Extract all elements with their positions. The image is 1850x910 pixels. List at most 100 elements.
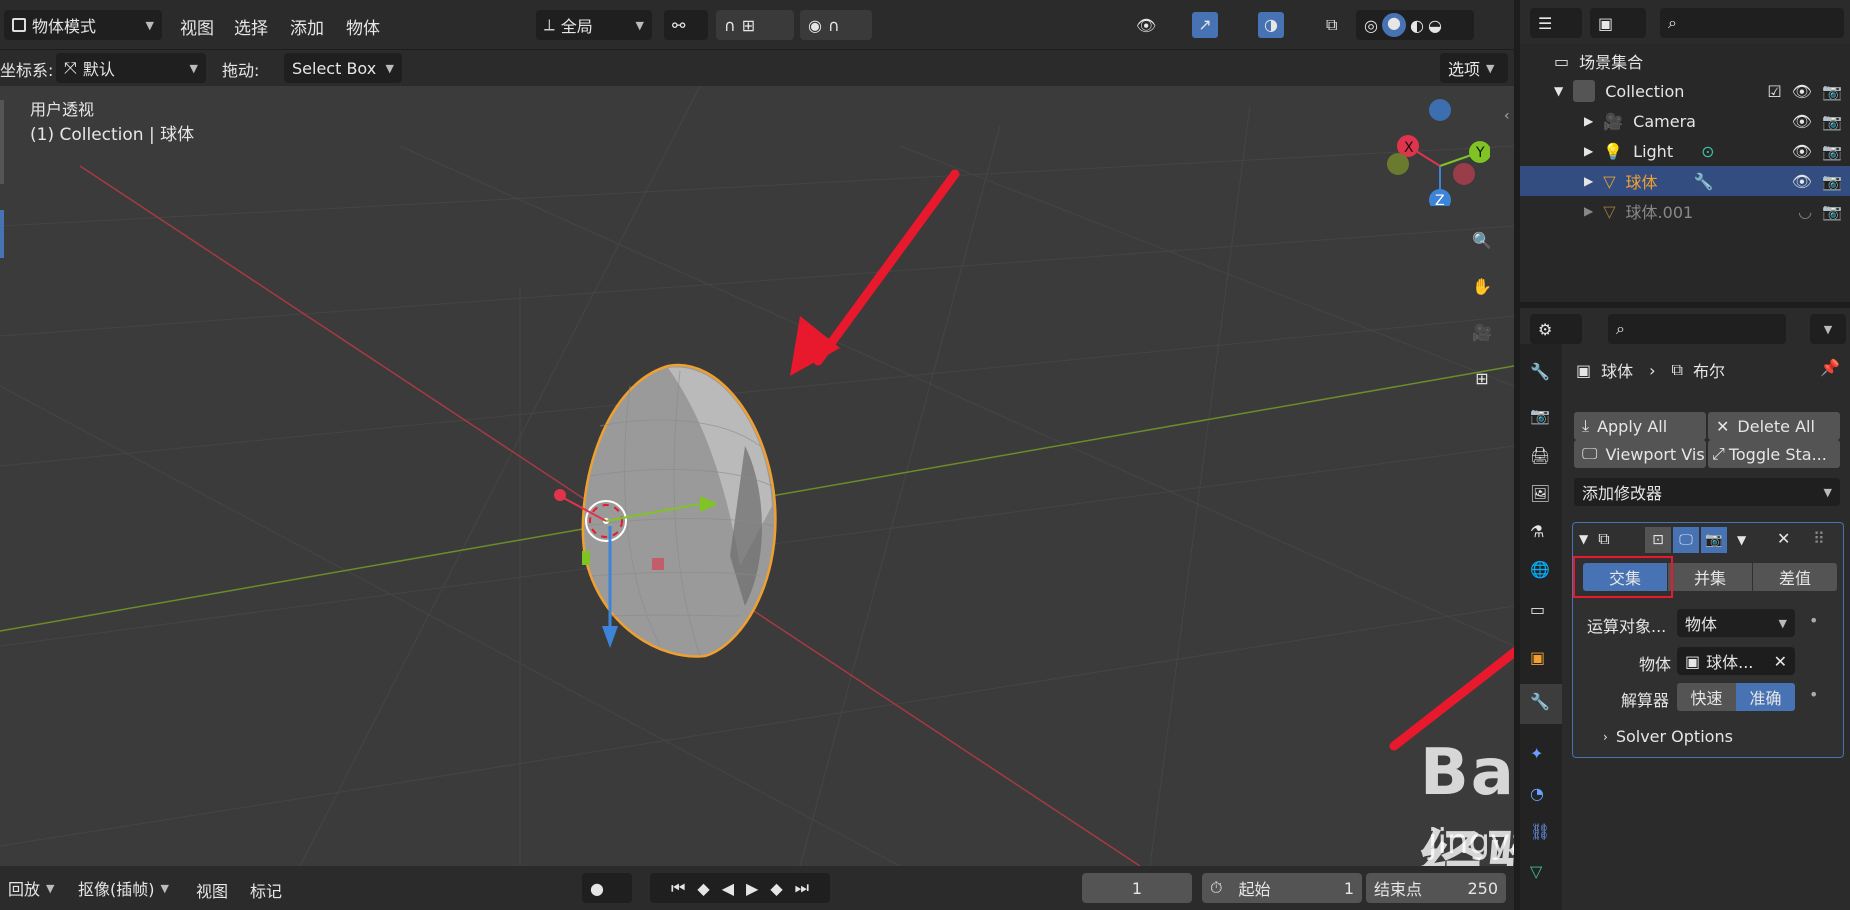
object-field[interactable]: ▣ 球体... ✕ xyxy=(1677,647,1795,675)
eye-icon[interactable]: 👁 xyxy=(1792,82,1812,101)
expand-right-icon[interactable]: ▶ xyxy=(1584,174,1593,188)
shading-selector[interactable]: ◎ ● ◐ ◒ xyxy=(1356,10,1474,40)
keying-menu[interactable]: 抠像(插帧) ▼ xyxy=(70,873,180,903)
menu-object[interactable]: 物体 xyxy=(346,14,380,39)
perspective-grid-icon[interactable]: ⊞ xyxy=(1462,358,1502,398)
outliner-row-sphere-001[interactable]: ▶ ▽ 球体.001 ◡ 📷 xyxy=(1520,196,1850,226)
collapse-chevron-icon[interactable]: ▼ xyxy=(1579,532,1588,546)
3d-viewport[interactable]: 用户透视 (1) Collection | 球体 ‹ X Y Z 🔍 ✋ 🎥 ⊞… xyxy=(0,86,1514,866)
toolbar-edge[interactable] xyxy=(0,100,4,184)
menu-view[interactable]: 视图 xyxy=(180,14,214,39)
drag-handle-icon[interactable]: ⠿ xyxy=(1813,529,1825,548)
overlay-toggle[interactable]: ◑ xyxy=(1250,10,1310,40)
add-modifier-dropdown[interactable]: 添加修改器 ▼ xyxy=(1574,478,1840,506)
toolbar-active-edge[interactable] xyxy=(0,210,4,258)
menu-add[interactable]: 添加 xyxy=(290,14,324,39)
solver-exact[interactable]: 准确 xyxy=(1736,683,1795,711)
playback-menu[interactable]: 回放 ▼ xyxy=(0,873,66,903)
modifier-tab[interactable]: 🔧 xyxy=(1520,684,1562,724)
object-tab-icon[interactable]: ▣ xyxy=(1530,648,1545,667)
properties-options[interactable]: ▼ xyxy=(1810,314,1846,344)
end-frame-field[interactable]: 结束点 250 xyxy=(1366,873,1506,903)
properties-search[interactable]: ⌕ xyxy=(1608,314,1786,344)
checkbox-icon[interactable]: ☑ xyxy=(1767,82,1781,101)
current-frame-field[interactable]: 1 xyxy=(1082,873,1192,903)
solver-options-toggle[interactable]: › Solver Options xyxy=(1603,727,1733,746)
world-tab-icon[interactable]: 🌐 xyxy=(1530,560,1550,579)
data-tab-icon[interactable]: ▽ xyxy=(1530,862,1542,881)
solver-fast[interactable]: 快速 xyxy=(1677,683,1736,711)
eye-icon[interactable]: 👁 xyxy=(1792,112,1812,131)
tool-tab-icon[interactable]: 🔧 xyxy=(1530,362,1550,381)
expand-right-icon[interactable]: ▶ xyxy=(1584,204,1593,218)
next-keyframe-icon[interactable]: ◆ xyxy=(770,879,782,898)
outliner-row-light[interactable]: ▶ 💡 Light ⊙ 👁 📷 xyxy=(1520,136,1850,166)
render-tab-icon[interactable]: 📷 xyxy=(1530,406,1550,425)
camera-view-icon[interactable]: 🎥 xyxy=(1462,312,1502,352)
options-dropdown[interactable]: 选项 ▼ xyxy=(1440,53,1508,83)
viewport-vis-button[interactable]: 🖵 Viewport Vis xyxy=(1574,440,1706,468)
render-camera-icon[interactable]: 📷 xyxy=(1822,172,1842,191)
outliner-row-collection[interactable]: ▼ Collection ☑ 👁 📷 xyxy=(1520,76,1850,106)
clear-icon[interactable]: ✕ xyxy=(1774,652,1787,671)
eye-closed-icon[interactable]: ◡ xyxy=(1798,202,1812,221)
eye-icon[interactable]: 👁 xyxy=(1792,142,1812,161)
xray-toggle[interactable]: ⧉ xyxy=(1318,10,1348,40)
operand-dropdown[interactable]: 物体 ▼ xyxy=(1677,609,1795,637)
play-icon[interactable]: ▶ xyxy=(746,879,758,898)
output-tab-icon[interactable]: 🖨 xyxy=(1530,446,1550,465)
physics-tab-icon[interactable]: ◔ xyxy=(1530,784,1544,803)
sidebar-toggle-icon[interactable]: ‹ xyxy=(1504,108,1510,124)
snap-button[interactable]: ∩ ⊞ xyxy=(716,10,794,40)
operation-union[interactable]: 并集 xyxy=(1668,563,1752,591)
render-camera-icon[interactable]: 📷 xyxy=(1822,82,1842,101)
modifier-menu-chevron-icon[interactable]: ▼ xyxy=(1737,533,1746,547)
outliner-search[interactable]: ⌕ xyxy=(1660,8,1844,38)
pin-icon[interactable]: 📌 xyxy=(1820,358,1840,377)
delete-all-button[interactable]: ✕ Delete All xyxy=(1708,412,1840,440)
editor-type-button[interactable]: ☰ xyxy=(1530,8,1582,38)
pan-hand-icon[interactable]: ✋ xyxy=(1462,266,1502,306)
menu-select[interactable]: 选择 xyxy=(234,14,268,39)
particles-tab-icon[interactable]: ✦ xyxy=(1530,744,1543,763)
render-camera-icon[interactable]: 📷 xyxy=(1822,112,1842,131)
gizmo-toggle[interactable]: ↗ xyxy=(1184,10,1244,40)
timeline-marker-menu[interactable]: 标记 xyxy=(250,878,282,902)
prev-keyframe-icon[interactable]: ◆ xyxy=(697,879,709,898)
sphere-object[interactable] xyxy=(581,363,777,658)
zoom-icon[interactable]: 🔍 xyxy=(1462,220,1502,260)
navigation-gizmo[interactable]: X Y Z xyxy=(1380,96,1490,206)
properties-editor-type[interactable]: ⚙ xyxy=(1530,314,1582,344)
keyframe-dot-icon[interactable]: • xyxy=(1809,685,1818,704)
toggle-stack-button[interactable]: ⤢ Toggle Sta... xyxy=(1708,440,1840,468)
expand-right-icon[interactable]: ▶ xyxy=(1584,144,1593,158)
operation-difference[interactable]: 差值 xyxy=(1753,563,1837,591)
constraints-tab-icon[interactable]: ⛓ xyxy=(1530,822,1550,841)
pivot-button[interactable]: ⚯ xyxy=(664,10,708,40)
keyframe-dot-icon[interactable]: • xyxy=(1809,611,1818,630)
transform-orientation[interactable]: ⟂ 全局 ▼ xyxy=(536,10,652,40)
jump-end-icon[interactable]: ⏭ xyxy=(795,878,809,898)
scene-tab-icon[interactable]: ⚗ xyxy=(1530,522,1544,541)
eye-icon[interactable]: 👁 xyxy=(1792,172,1812,191)
apply-all-button[interactable]: ⤓ Apply All xyxy=(1574,412,1706,440)
proportional-edit[interactable]: ◉ ∩ xyxy=(800,10,872,40)
jump-start-icon[interactable]: ⏮ xyxy=(671,878,685,898)
mode-selector[interactable]: 物体模式 ▼ xyxy=(4,10,162,40)
outliner-row-sphere[interactable]: ▶ ▽ 球体 🔧 👁 📷 xyxy=(1520,166,1850,196)
coord-dropdown[interactable]: ⤧ 默认 ▼ xyxy=(56,53,206,83)
render-camera-icon[interactable]: 📷 xyxy=(1822,142,1842,161)
playback-controls[interactable]: ⏮ ◆ ◀ ▶ ◆ ⏭ xyxy=(650,873,830,903)
play-reverse-icon[interactable]: ◀ xyxy=(722,879,734,898)
outliner-row-camera[interactable]: ▶ 🎥 Camera 👁 📷 xyxy=(1520,106,1850,136)
edit-mode-toggle-icon[interactable]: ⊡ xyxy=(1645,527,1671,553)
viewport-toggle-icon[interactable]: 🖵 xyxy=(1673,527,1699,553)
record-button[interactable]: ● xyxy=(582,873,632,903)
render-toggle-icon[interactable]: 📷 xyxy=(1701,527,1727,553)
view-layer-tab-icon[interactable]: 🖼 xyxy=(1530,484,1550,503)
start-frame-field[interactable]: ⏱ 起始 1 xyxy=(1202,873,1362,903)
visibility-button[interactable]: 👁 xyxy=(1128,10,1178,40)
expand-right-icon[interactable]: ▶ xyxy=(1584,114,1593,128)
outliner-row-scene-collection[interactable]: ▭ 场景集合 xyxy=(1520,46,1850,76)
expand-down-icon[interactable]: ▼ xyxy=(1554,84,1563,98)
